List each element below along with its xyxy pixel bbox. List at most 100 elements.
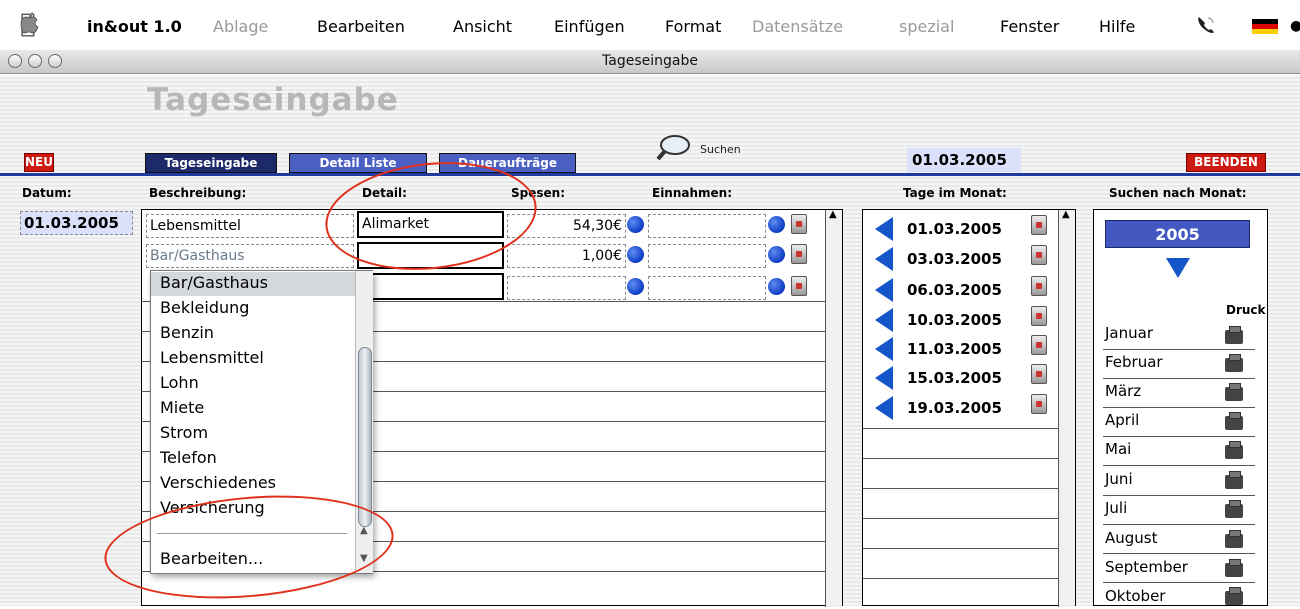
arrow-left-icon[interactable] [875,396,893,420]
menu-bearbeiten[interactable]: Bearbeiten [317,17,405,36]
menu-ablage[interactable]: Ablage [213,17,268,36]
entry-date-field[interactable]: 01.03.2005 [20,211,133,235]
quit-button[interactable]: BEENDEN [1186,153,1266,172]
day-trash-icon[interactable] [1031,394,1047,414]
printer-icon[interactable] [1225,412,1243,430]
month-item[interactable]: September [1105,558,1188,576]
day-row[interactable]: 19.03.2005 [867,394,1060,422]
row1-einnahmen[interactable] [648,214,766,238]
new-button[interactable]: NEU [24,153,54,172]
menu-hilfe[interactable]: Hilfe [1099,17,1135,36]
arrow-left-icon[interactable] [875,308,893,332]
dropdown-item[interactable]: Miete [160,398,204,417]
day-row[interactable]: 01.03.2005 [867,215,1060,243]
month-item[interactable]: Oktober [1105,587,1165,605]
dropdown-scroll-thumb[interactable] [358,347,372,527]
day-trash-icon[interactable] [1031,335,1047,355]
day-trash-icon[interactable] [1031,364,1047,384]
day-trash-icon[interactable] [1031,306,1047,326]
day-row[interactable]: 03.03.2005 [867,245,1060,273]
menu-format[interactable]: Format [665,17,721,36]
month-item[interactable]: Juli [1105,499,1127,517]
day-date[interactable]: 06.03.2005 [907,281,1002,299]
dropdown-item[interactable]: Lebensmittel [160,348,264,367]
row2-einnahmen[interactable] [648,244,766,268]
day-date[interactable]: 01.03.2005 [907,220,1002,238]
printer-icon[interactable] [1225,471,1243,489]
printer-icon[interactable] [1225,587,1243,605]
row2-spesen[interactable]: 1,00€ [507,244,626,268]
apple-icon[interactable] [16,10,42,36]
row2-beschreibung[interactable]: Bar/Gasthaus [146,244,354,268]
row1-spesen-dot-icon[interactable] [627,216,644,233]
german-flag-icon[interactable] [1252,19,1278,34]
day-trash-icon[interactable] [1031,245,1047,265]
row3-spesen[interactable] [507,276,626,300]
day-row[interactable]: 06.03.2005 [867,276,1060,304]
row3-spesen-dot-icon[interactable] [627,278,644,295]
arrow-down-icon[interactable] [1166,258,1190,278]
day-row[interactable]: 15.03.2005 [867,364,1060,392]
window-titlebar[interactable]: Tageseingabe [0,50,1300,74]
printer-icon[interactable] [1225,441,1243,459]
arrow-left-icon[interactable] [875,217,893,241]
day-date[interactable]: 11.03.2005 [907,340,1002,358]
month-item[interactable]: Mai [1105,440,1131,458]
printer-icon[interactable] [1225,326,1243,344]
menu-spezial[interactable]: spezial [899,17,954,36]
day-date[interactable]: 19.03.2005 [907,399,1002,417]
menu-app-name[interactable]: in&out 1.0 [87,17,182,36]
row3-detail[interactable] [357,273,504,300]
dropdown-item[interactable]: Bar/Gasthaus [160,273,268,292]
printer-icon[interactable] [1225,500,1243,518]
day-date[interactable]: 03.03.2005 [907,250,1002,268]
day-date[interactable]: 10.03.2005 [907,311,1002,329]
day-row[interactable]: 11.03.2005 [867,335,1060,363]
menu-fenster[interactable]: Fenster [1000,17,1059,36]
printer-icon[interactable] [1225,559,1243,577]
dropdown-item[interactable]: Bekleidung [160,298,249,317]
arrow-left-icon[interactable] [875,337,893,361]
printer-icon[interactable] [1225,354,1243,372]
current-date-field[interactable]: 01.03.2005 [907,148,1021,172]
row2-trash-icon[interactable] [791,244,807,264]
phone-icon[interactable] [1195,14,1217,36]
year-selector[interactable]: 2005 [1105,220,1250,248]
row1-trash-icon[interactable] [791,214,807,234]
row3-trash-icon[interactable] [791,276,807,296]
day-trash-icon[interactable] [1031,215,1047,235]
row2-spesen-dot-icon[interactable] [627,246,644,263]
menu-datensaetze[interactable]: Datensätze [752,17,843,36]
dropdown-item[interactable]: Lohn [160,373,199,392]
days-panel-scrollbar[interactable]: ▲ [1058,209,1075,607]
scroll-up-arrow-icon[interactable]: ▲ [1062,209,1070,220]
day-row[interactable]: 10.03.2005 [867,306,1060,334]
dropdown-item[interactable]: Verschiedenes [160,473,276,492]
month-item[interactable]: Juni [1105,470,1133,488]
month-item[interactable]: April [1105,411,1139,429]
day-trash-icon[interactable] [1031,276,1047,296]
month-item[interactable]: August [1105,529,1158,547]
search-magnifier-icon[interactable] [655,133,693,163]
tab-tageseingabe[interactable]: Tageseingabe [145,153,277,173]
printer-icon[interactable] [1225,383,1243,401]
month-item[interactable]: Februar [1105,353,1163,371]
printer-icon[interactable] [1225,530,1243,548]
row3-einnahmen-dot-icon[interactable] [768,278,785,295]
dropdown-item[interactable]: Telefon [160,448,217,467]
row3-einnahmen[interactable] [648,276,766,300]
menu-einfuegen[interactable]: Einfügen [554,17,625,36]
arrow-left-icon[interactable] [875,247,893,271]
dropdown-item[interactable]: Benzin [160,323,214,342]
day-date[interactable]: 15.03.2005 [907,369,1002,387]
row1-einnahmen-dot-icon[interactable] [768,216,785,233]
search-label[interactable]: Suchen [700,143,741,156]
scroll-up-arrow-icon[interactable]: ▲ [829,209,837,220]
row1-beschreibung[interactable]: Lebensmittel [146,214,354,238]
row2-einnahmen-dot-icon[interactable] [768,246,785,263]
month-item[interactable]: Januar [1105,324,1153,342]
menu-ansicht[interactable]: Ansicht [453,17,512,36]
entry-table-scrollbar[interactable]: ▲ [825,209,842,607]
arrow-left-icon[interactable] [875,278,893,302]
arrow-left-icon[interactable] [875,366,893,390]
